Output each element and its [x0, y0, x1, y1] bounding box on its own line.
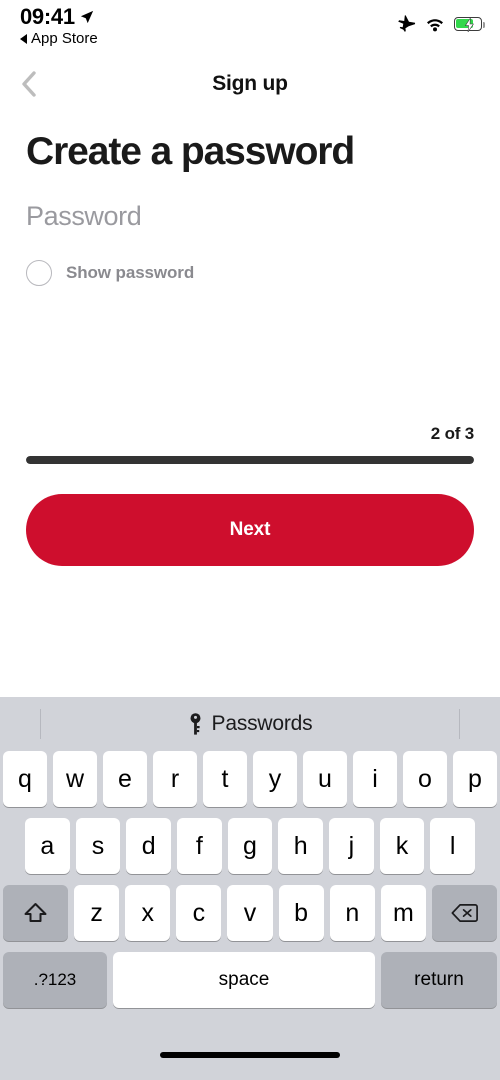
- space-key[interactable]: space: [113, 952, 375, 1008]
- on-screen-keyboard: Passwords qwertyuiop asdfghjkl zxcvbnm .…: [0, 697, 500, 1080]
- suggestion-divider-left: [40, 709, 41, 739]
- main-content: Create a password Show password: [0, 130, 500, 286]
- status-bar: 09:41 App Store: [0, 0, 500, 58]
- key-i[interactable]: i: [353, 751, 397, 807]
- show-password-toggle[interactable]: Show password: [26, 259, 195, 286]
- back-app-label: App Store: [31, 30, 98, 47]
- status-bar-left: 09:41 App Store: [20, 6, 98, 46]
- backspace-key[interactable]: [432, 885, 497, 941]
- return-key[interactable]: return: [381, 952, 497, 1008]
- key-l[interactable]: l: [430, 818, 476, 874]
- key-s[interactable]: s: [75, 818, 121, 874]
- keyboard-row-1: qwertyuiop: [0, 751, 500, 807]
- shift-key[interactable]: [3, 885, 68, 941]
- page-heading: Create a password: [26, 130, 355, 173]
- back-button[interactable]: [20, 67, 50, 101]
- key-t[interactable]: t: [203, 751, 247, 807]
- key-o[interactable]: o: [403, 751, 447, 807]
- key-m[interactable]: m: [380, 885, 426, 941]
- airplane-mode-icon: [398, 15, 416, 32]
- key-h[interactable]: h: [278, 818, 324, 874]
- key-p[interactable]: p: [453, 751, 497, 807]
- progress-section: 2 of 3: [0, 424, 500, 464]
- key-z[interactable]: z: [74, 885, 120, 941]
- charging-bolt-icon: [464, 17, 474, 32]
- next-button[interactable]: Next: [26, 493, 474, 566]
- key-icon: [190, 713, 201, 735]
- page-title: Sign up: [212, 72, 288, 95]
- progress-bar: [26, 455, 474, 464]
- show-password-label: Show password: [66, 262, 195, 282]
- navigation-bar: Sign up: [0, 58, 500, 110]
- key-g[interactable]: g: [227, 818, 273, 874]
- chevron-left-icon: [22, 71, 36, 97]
- key-d[interactable]: d: [126, 818, 171, 874]
- back-to-app-store[interactable]: App Store: [20, 31, 98, 46]
- key-x[interactable]: x: [125, 885, 171, 941]
- wifi-icon: [427, 18, 443, 31]
- progress-bar-fill: [26, 455, 474, 464]
- password-input[interactable]: [26, 200, 474, 232]
- step-counter: 2 of 3: [430, 423, 474, 443]
- key-k[interactable]: k: [379, 818, 425, 874]
- password-suggestion-bar[interactable]: Passwords: [0, 697, 500, 751]
- suggestion-label: Passwords: [211, 712, 313, 735]
- keyboard-row-4: .?123 space return: [0, 952, 500, 1008]
- backspace-delete-icon: [451, 904, 478, 922]
- key-e[interactable]: e: [103, 751, 147, 807]
- key-c[interactable]: c: [176, 885, 222, 941]
- keyboard-row-3: zxcvbnm: [0, 885, 500, 941]
- status-bar-right: [397, 14, 486, 33]
- key-q[interactable]: q: [3, 751, 47, 807]
- key-u[interactable]: u: [303, 751, 347, 807]
- battery-charging-icon: [454, 16, 486, 32]
- shift-arrow-icon: [24, 903, 47, 922]
- numeric-switch-key[interactable]: .?123: [3, 952, 107, 1008]
- keyboard-bottom-area: [0, 1008, 500, 1080]
- keyboard-row-2: asdfghjkl: [0, 818, 500, 874]
- key-r[interactable]: r: [153, 751, 197, 807]
- key-y[interactable]: y: [253, 751, 297, 807]
- key-j[interactable]: j: [329, 818, 374, 874]
- key-w[interactable]: w: [53, 751, 97, 807]
- key-b[interactable]: b: [278, 885, 324, 941]
- back-triangle-icon: [20, 33, 27, 44]
- key-n[interactable]: n: [329, 885, 375, 941]
- key-v[interactable]: v: [227, 885, 273, 941]
- keyboard-row-3-letters: zxcvbnm: [74, 885, 426, 941]
- key-a[interactable]: a: [24, 818, 70, 874]
- home-indicator[interactable]: [160, 1052, 340, 1058]
- status-bar-clock: 09:41: [20, 4, 75, 29]
- suggestion-divider-right: [459, 709, 460, 739]
- key-f[interactable]: f: [177, 818, 222, 874]
- checkbox-circle-icon: [26, 259, 52, 286]
- location-arrow-icon: [80, 10, 93, 24]
